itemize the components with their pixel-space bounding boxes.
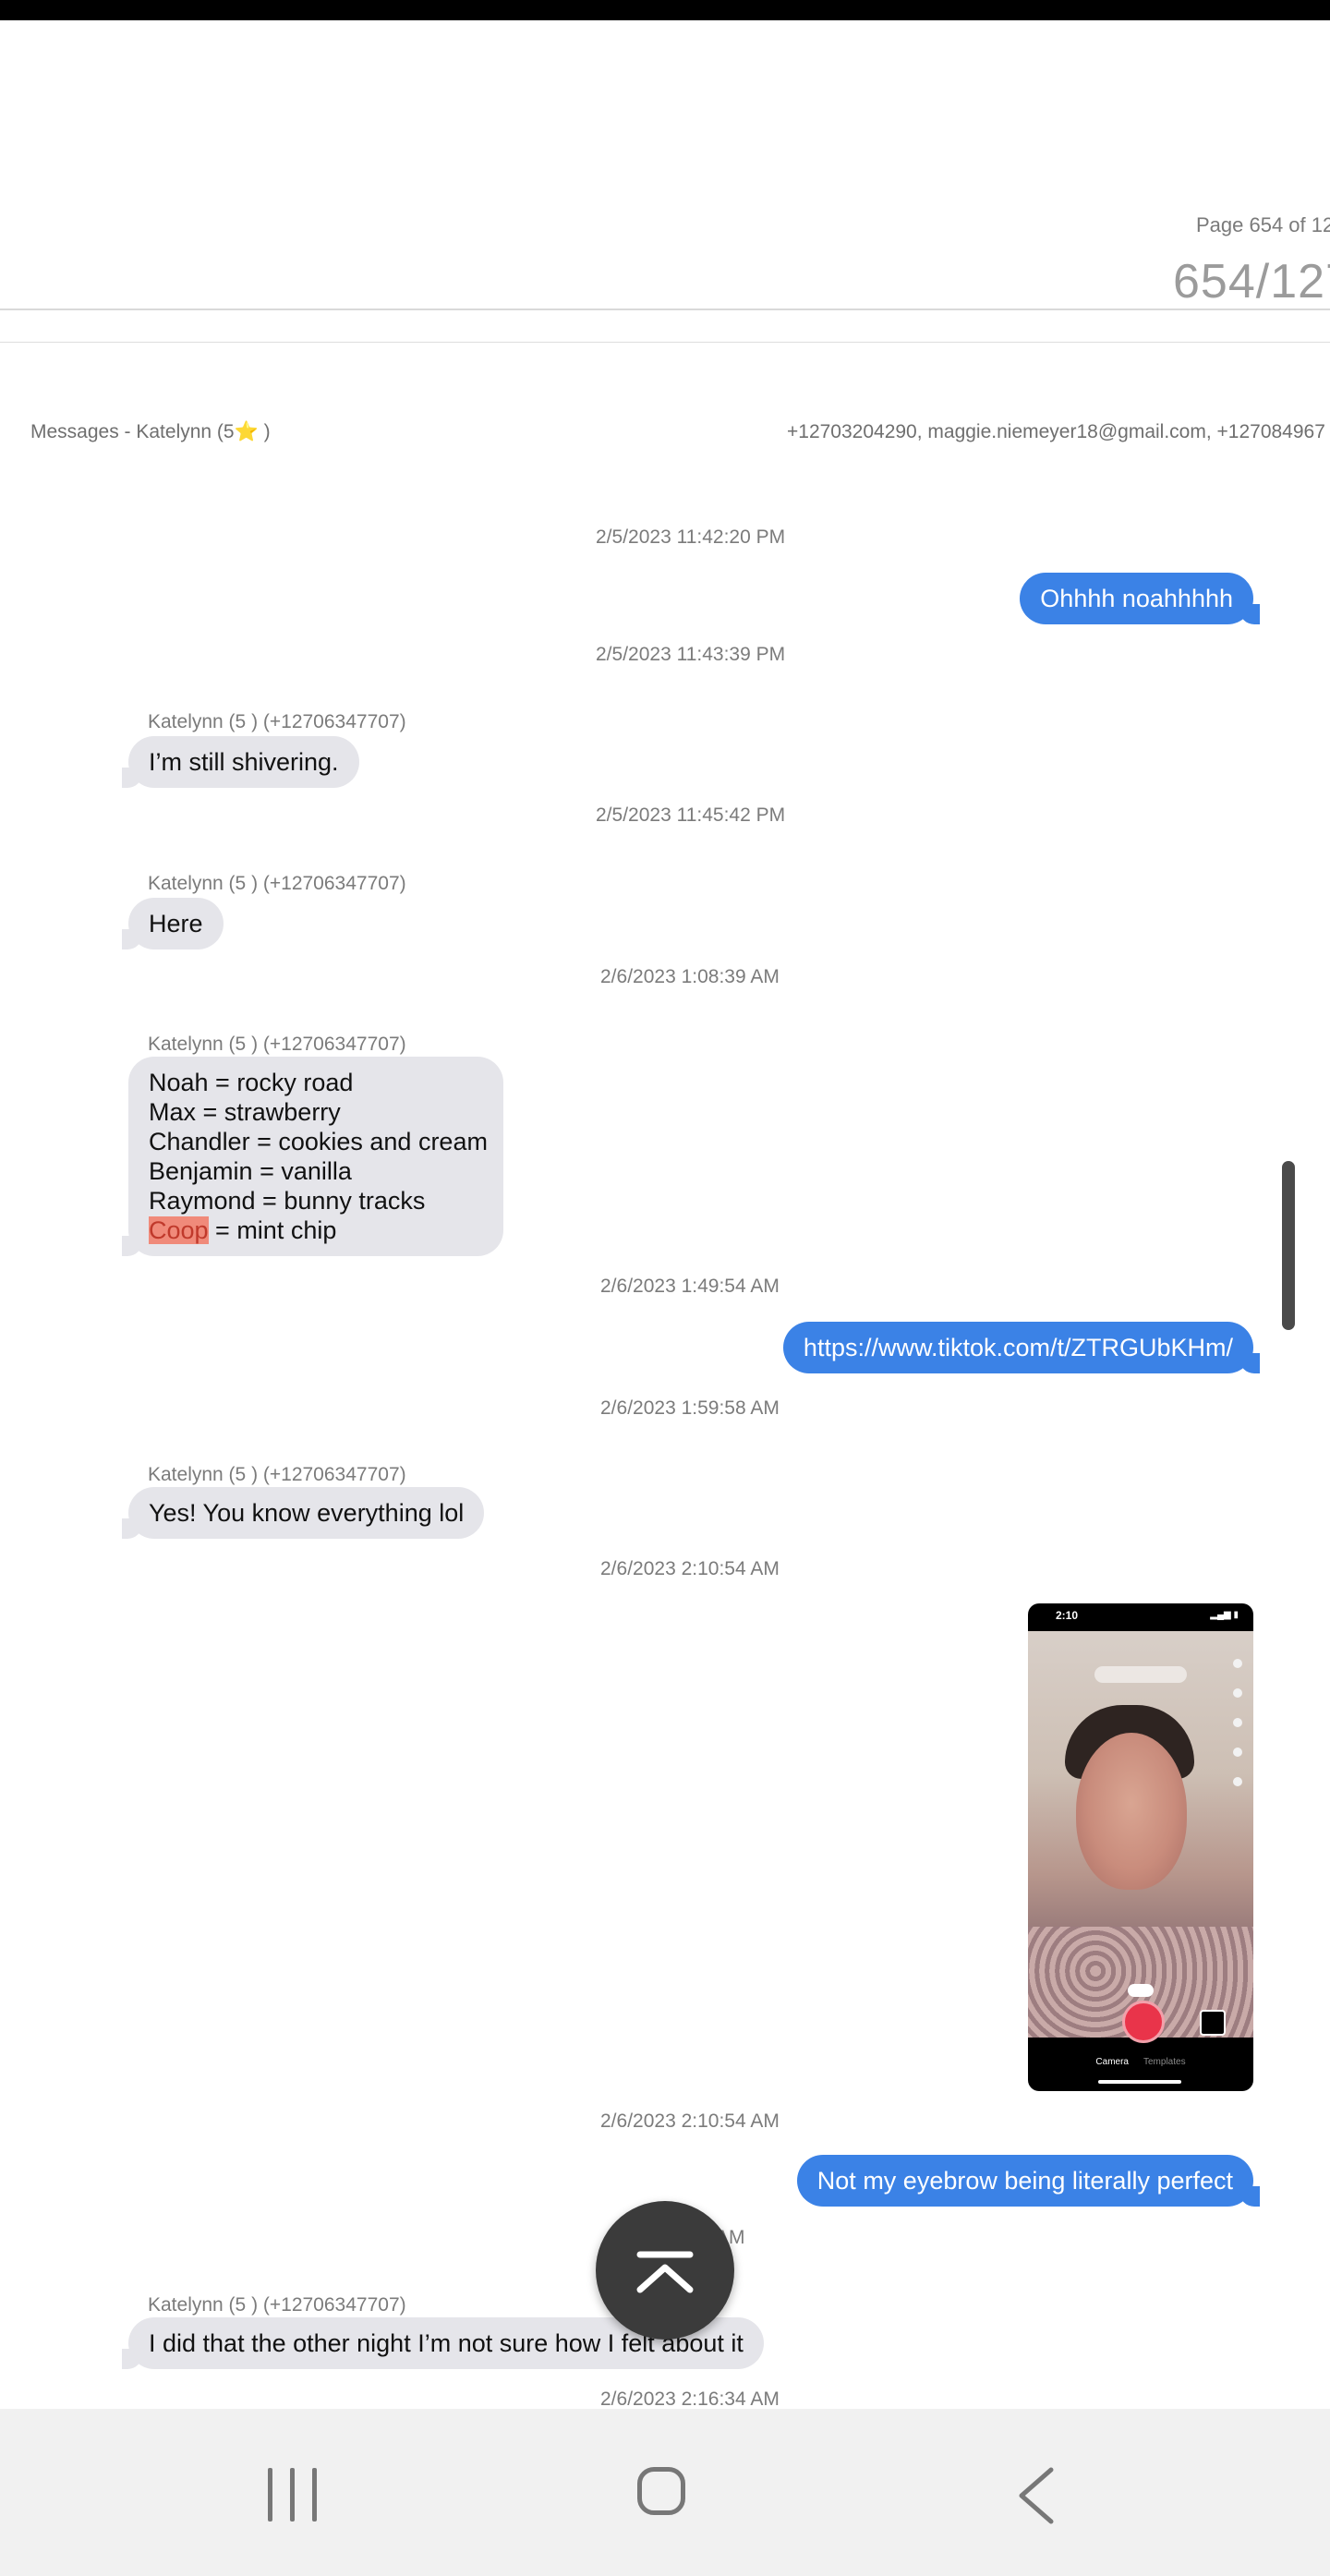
message-timestamp: 2/6/2023 1:08:39 AM xyxy=(600,966,780,987)
music-icon xyxy=(1094,1666,1187,1683)
outgoing-message[interactable]: https://www.tiktok.com/t/ZTRGUbKHm/ xyxy=(782,1322,1261,1373)
message-line: Coop = mint chip xyxy=(149,1216,337,1244)
status-bar xyxy=(0,0,1330,20)
chevron-up-icon xyxy=(636,2251,694,2293)
message-timestamp: 2/6/2023 2:10:54 AM xyxy=(600,1558,780,1579)
signal-icon: ▂▄▆ ▮ xyxy=(1210,1610,1239,1620)
message-sender: Katelynn (5 ) (+12706347707) xyxy=(148,1464,406,1485)
flip-icon xyxy=(1233,1659,1242,1668)
outgoing-message[interactable]: Not my eyebrow being literally perfect xyxy=(796,2155,1261,2207)
message-timestamp: 2/5/2023 11:42:20 PM xyxy=(596,526,786,548)
scroll-to-top-button[interactable] xyxy=(596,2201,734,2340)
tab-camera: Camera xyxy=(1095,2057,1129,2067)
image-attachment[interactable]: 2:10 ▂▄▆ ▮ Camera Templates xyxy=(1028,1603,1253,2091)
incoming-message[interactable]: Noah = rocky road Max = strawberry Chand… xyxy=(122,1057,503,1256)
camera-tabs: Camera Templates xyxy=(1028,2057,1253,2067)
incoming-message[interactable]: Yes! You know everything lol xyxy=(121,1487,485,1539)
recents-button[interactable] xyxy=(266,2468,321,2522)
timer-icon xyxy=(1233,1777,1242,1786)
home-indicator xyxy=(1098,2080,1181,2084)
page-header: Page 654 of 12 654/127 xyxy=(0,20,1330,308)
conversation-title: Messages - Katelynn (5⭐ ) xyxy=(30,421,271,442)
message-sender: Katelynn (5 ) (+12706347707) xyxy=(148,2294,406,2316)
message-line: Noah = rocky road xyxy=(149,1069,354,1096)
back-icon xyxy=(1019,2467,1054,2524)
message-timestamp: 2/6/2023 1:49:54 AM xyxy=(600,1276,780,1297)
screenshot-time: 2:10 xyxy=(1056,1609,1079,1622)
message-timestamp: 2/6/2023 2:10:54 AM xyxy=(600,2110,780,2132)
tab-templates: Templates xyxy=(1143,2057,1186,2067)
message-timestamp: 2/6/2023 1:59:58 AM xyxy=(600,1397,780,1419)
system-nav-bar xyxy=(0,2409,1330,2576)
outgoing-message[interactable]: Ohhhh noahhhhh xyxy=(1020,573,1260,624)
home-button[interactable] xyxy=(637,2467,685,2515)
message-sender: Katelynn (5 ) (+12706347707) xyxy=(148,873,406,894)
recents-icon xyxy=(312,2468,317,2522)
conversation-participants: +12703204290, maggie.niemeyer18@gmail.co… xyxy=(787,421,1325,442)
message-sender: Katelynn (5 ) (+12706347707) xyxy=(148,1034,406,1055)
divider xyxy=(0,342,1330,343)
incoming-message[interactable]: I’m still shivering. xyxy=(122,736,359,788)
message-timestamp: 2/5/2023 11:45:42 PM xyxy=(596,804,786,826)
message-timestamp: 2/6/2023 2:16:34 AM xyxy=(600,2389,780,2410)
recents-icon xyxy=(268,2468,272,2522)
star-icon: ⭐ xyxy=(234,421,259,442)
record-icon xyxy=(1122,2001,1165,2043)
beauty-icon xyxy=(1233,1718,1242,1727)
speed-icon xyxy=(1233,1688,1242,1698)
incoming-message[interactable]: Here xyxy=(122,898,224,949)
duration-pill xyxy=(1128,1984,1154,1997)
message-sender: Katelynn (5 ) (+12706347707) xyxy=(148,711,406,732)
filter-icon xyxy=(1233,1748,1242,1757)
divider xyxy=(0,308,1330,310)
message-line: Raymond = bunny tracks xyxy=(149,1187,426,1215)
message-line: Max = strawberry xyxy=(149,1098,341,1126)
page-number: 654/127 xyxy=(1173,255,1330,308)
message-line: Benjamin = vanilla xyxy=(149,1157,352,1185)
search-highlight: Coop xyxy=(149,1216,209,1244)
message-line: Chandler = cookies and cream xyxy=(149,1128,488,1155)
scrollbar-thumb[interactable] xyxy=(1282,1161,1295,1330)
face-shape xyxy=(1076,1733,1187,1890)
selfie-photo xyxy=(1028,1631,1253,2043)
recents-icon xyxy=(290,2468,295,2522)
back-button[interactable] xyxy=(1014,2466,1060,2525)
upload-icon xyxy=(1200,2010,1226,2036)
message-timestamp: 2/5/2023 11:43:39 PM xyxy=(596,644,786,665)
page-of-label: Page 654 of 12 xyxy=(1196,213,1330,236)
